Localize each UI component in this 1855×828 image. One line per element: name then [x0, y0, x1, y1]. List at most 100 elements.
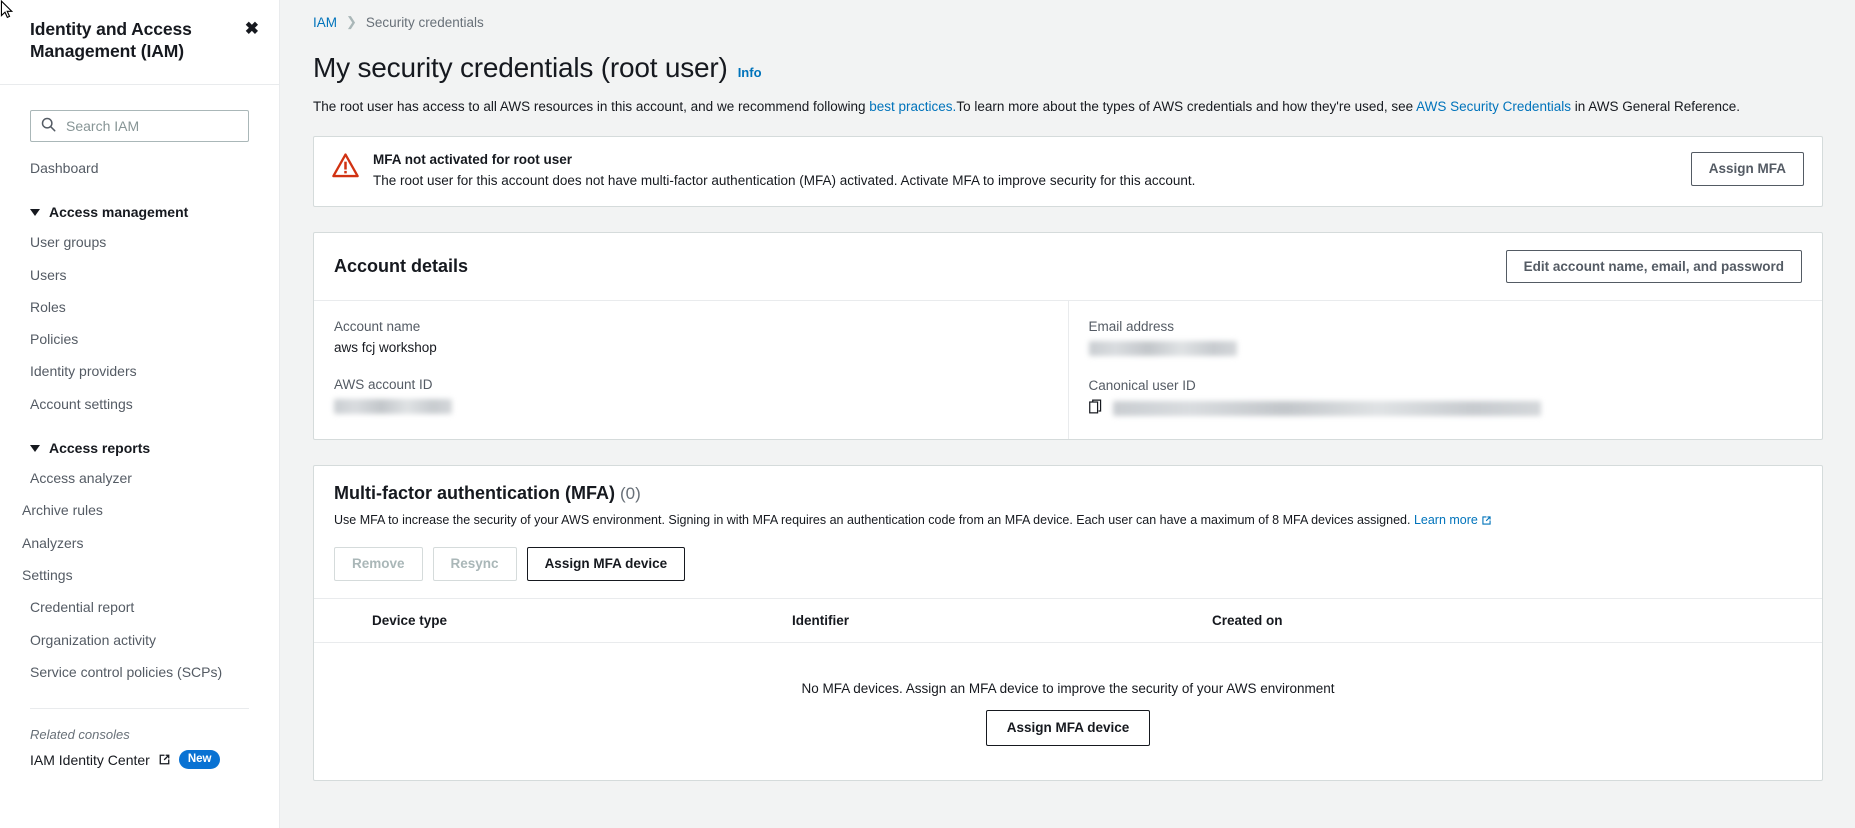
sidebar-item-user-groups[interactable]: User groups: [0, 226, 279, 258]
redacted-value: [1112, 400, 1541, 416]
mfa-table-head: Device type Identifier Created on: [314, 598, 1822, 643]
breadcrumb-item-iam[interactable]: IAM: [313, 15, 337, 30]
mfa-devices-table: Device type Identifier Created on: [314, 597, 1822, 643]
mfa-header: Multi-factor authentication (MFA) (0) Us…: [314, 466, 1822, 531]
aws-security-credentials-link[interactable]: AWS Security Credentials: [1416, 99, 1571, 114]
sidebar-item-roles[interactable]: Roles: [0, 291, 279, 323]
mfa-empty-text: No MFA devices. Assign an MFA device to …: [801, 680, 1335, 696]
account-details-header: Account details Edit account name, email…: [314, 233, 1822, 301]
table-header-row: Device type Identifier Created on: [314, 598, 1822, 643]
edit-account-button[interactable]: Edit account name, email, and password: [1505, 249, 1802, 284]
sidebar-item-analyzers[interactable]: Analyzers: [0, 527, 279, 559]
search-input[interactable]: [64, 117, 238, 135]
sidebar-item-organization-activity[interactable]: Organization activity: [0, 624, 279, 656]
column-created-on[interactable]: Created on: [1202, 598, 1822, 643]
page-description-part3: in AWS General Reference.: [1570, 99, 1741, 114]
field-account-name: Account name aws fcj workshop: [334, 319, 1048, 355]
page-title: My security credentials (root user): [313, 52, 728, 83]
account-details-card: Account details Edit account name, email…: [313, 231, 1823, 441]
chevron-down-icon: [30, 444, 40, 452]
field-value-redacted: [334, 398, 1048, 415]
iam-security-credentials-page: Identity and Access Management (IAM) ✖ D…: [0, 0, 1855, 828]
alert-text-block: MFA not activated for root user The root…: [373, 152, 1677, 191]
mfa-warning-alert: MFA not activated for root user The root…: [313, 136, 1823, 207]
page-description: The root user has access to all AWS reso…: [313, 97, 1823, 117]
sidebar-item-policies[interactable]: Policies: [0, 323, 279, 355]
chevron-right-icon: ❯: [346, 14, 357, 29]
sidebar-item-account-settings[interactable]: Account settings: [0, 388, 279, 420]
sidebar-group-label: Access reports: [49, 440, 151, 457]
related-consoles-row: IAM Identity Center New: [0, 746, 279, 773]
new-badge: New: [178, 750, 221, 769]
page-description-part1: The root user has access to all AWS reso…: [313, 99, 870, 114]
mfa-description: Use MFA to increase the security of your…: [334, 511, 1802, 531]
assign-mfa-device-button[interactable]: Assign MFA device: [526, 547, 686, 581]
sidebar-title: Identity and Access Management (IAM): [30, 19, 192, 62]
sidebar-item-identity-providers[interactable]: Identity providers: [0, 355, 279, 387]
breadcrumb: IAM ❯ Security credentials: [313, 14, 1823, 30]
sidebar-item-credential-report[interactable]: Credential report: [0, 591, 279, 623]
learn-more-link[interactable]: Learn more: [1414, 513, 1478, 527]
sidebar-item-users[interactable]: Users: [0, 259, 279, 291]
canonical-id-row: [1088, 399, 1803, 417]
related-consoles-heading: Related consoles: [30, 727, 130, 743]
account-details-grid: Account name aws fcj workshop AWS accoun…: [314, 301, 1823, 440]
field-label: Account name: [334, 319, 421, 335]
redacted-value: [334, 399, 452, 415]
mfa-action-buttons: Remove Resync Assign MFA device: [314, 531, 1822, 598]
sidebar-item-dashboard[interactable]: Dashboard: [0, 152, 279, 184]
field-label: Canonical user ID: [1088, 378, 1196, 394]
account-details-left-column: Account name aws fcj workshop AWS accoun…: [314, 301, 1068, 439]
breadcrumb-item-current: Security credentials: [365, 14, 484, 30]
field-canonical-user-id: Canonical user ID: [1089, 378, 1803, 417]
sidebar-group-label: Access management: [49, 204, 189, 221]
sidebar-item-iam-identity-center[interactable]: IAM Identity Center: [30, 752, 150, 768]
account-details-right-column: Email address Canonical user ID: [1067, 301, 1823, 440]
mfa-title: Multi-factor authentication (MFA) (0): [334, 483, 1802, 504]
sidebar-item-archive-rules[interactable]: Archive rules: [0, 494, 279, 526]
sidebar-body: Dashboard Access management User groups …: [0, 85, 279, 773]
sidebar-item-access-analyzer[interactable]: Access analyzer: [0, 462, 279, 494]
copy-icon[interactable]: [1088, 399, 1103, 417]
field-value-redacted: [1088, 340, 1803, 357]
page-description-part2: To learn more about the types of AWS cre…: [956, 99, 1417, 114]
external-link-icon[interactable]: [1481, 513, 1492, 531]
account-details-title: Account details: [334, 256, 469, 277]
column-identifier[interactable]: Identifier: [782, 598, 1202, 643]
mfa-card: Multi-factor authentication (MFA) (0) Us…: [313, 465, 1823, 781]
column-select: [314, 598, 362, 643]
mfa-description-text: Use MFA to increase the security of your…: [334, 513, 1414, 528]
empty-assign-mfa-device-button[interactable]: Assign MFA device: [985, 709, 1151, 746]
main-content: IAM ❯ Security credentials My security c…: [280, 0, 1855, 828]
column-device-type[interactable]: Device type: [362, 598, 782, 643]
page-title-row: My security credentials (root user) Info: [313, 52, 1823, 84]
remove-mfa-button[interactable]: Remove: [334, 547, 423, 581]
mfa-title-text: Multi-factor authentication (MFA): [334, 483, 615, 504]
search-box[interactable]: [30, 110, 249, 142]
sidebar-header: Identity and Access Management (IAM) ✖: [0, 0, 279, 85]
mfa-count: (0): [620, 484, 641, 504]
alert-title: MFA not activated for root user: [373, 152, 573, 168]
field-label: AWS account ID: [334, 377, 433, 393]
alert-body: The root user for this account does not …: [373, 173, 1196, 189]
sidebar-group-access-management[interactable]: Access management: [0, 198, 279, 226]
sidebar-group-access-reports[interactable]: Access reports: [0, 434, 279, 462]
sidebar: Identity and Access Management (IAM) ✖ D…: [0, 0, 280, 828]
field-aws-account-id: AWS account ID: [334, 377, 1048, 415]
sidebar-nav: Dashboard Access management User groups …: [0, 152, 279, 688]
search-container: [0, 110, 279, 142]
external-link-icon[interactable]: [158, 753, 171, 766]
info-link[interactable]: Info: [738, 65, 762, 80]
sidebar-item-settings[interactable]: Settings: [0, 559, 279, 591]
resync-mfa-button[interactable]: Resync: [432, 547, 517, 581]
field-label: Email address: [1088, 319, 1175, 335]
assign-mfa-button[interactable]: Assign MFA: [1690, 152, 1804, 186]
field-value: aws fcj workshop: [334, 340, 437, 356]
chevron-down-icon: [30, 208, 40, 216]
warning-triangle-icon: [332, 153, 359, 181]
search-icon: [41, 117, 56, 135]
close-icon[interactable]: ✖: [245, 18, 259, 37]
redacted-value: [1088, 341, 1237, 357]
sidebar-item-service-control-policies[interactable]: Service control policies (SCPs): [0, 656, 279, 688]
best-practices-link[interactable]: best practices.: [869, 99, 956, 114]
